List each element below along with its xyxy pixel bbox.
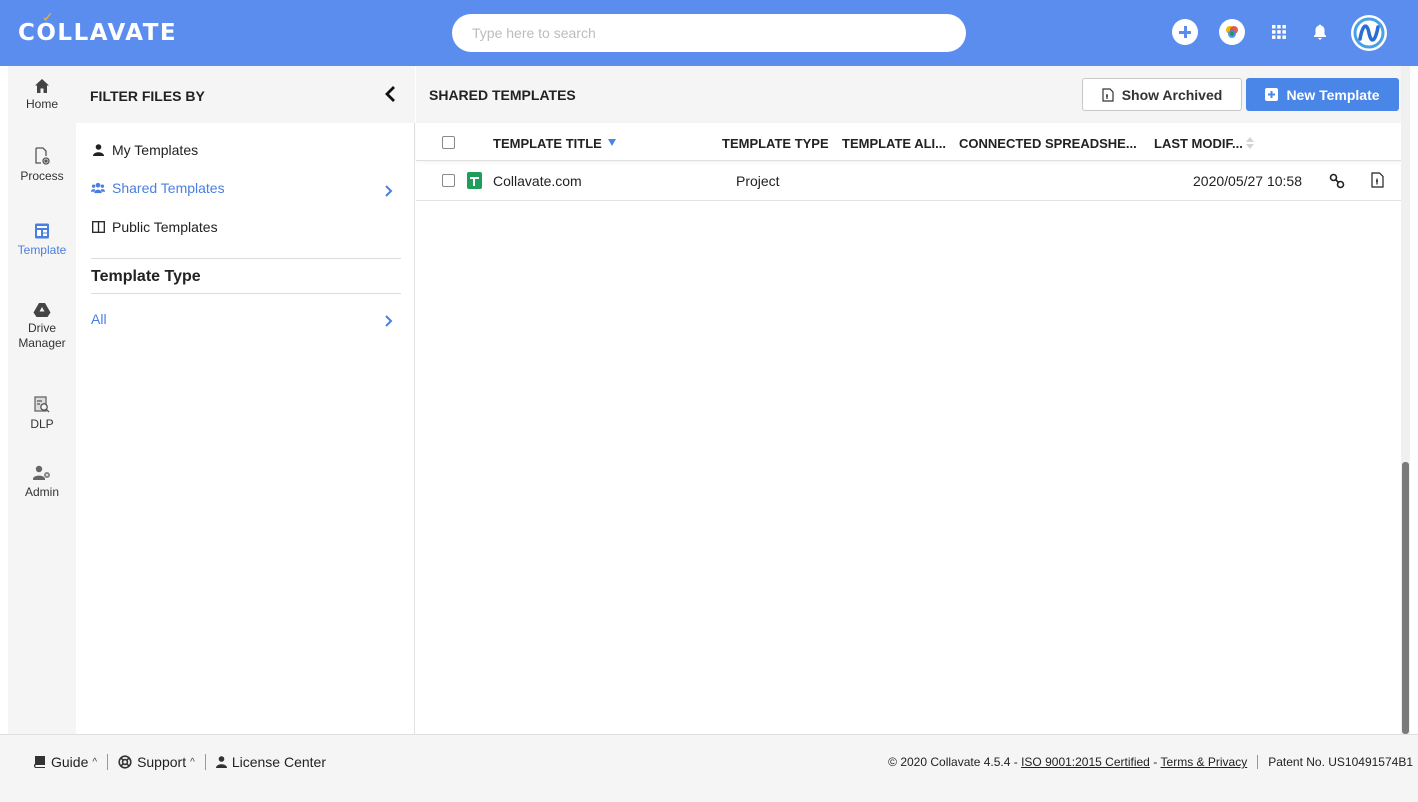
- chevron-right-icon: [385, 315, 393, 327]
- search-input[interactable]: [452, 14, 966, 52]
- sort-icon: [1245, 137, 1254, 149]
- filter-item-label: Public Templates: [112, 219, 218, 235]
- user-icon: [215, 756, 227, 768]
- sort-desc-icon: [607, 139, 616, 146]
- table-row[interactable]: Collavate.com Project 2020/05/27 10:58: [416, 162, 1402, 201]
- nav-admin[interactable]: Admin: [8, 464, 76, 500]
- sheets-icon: [467, 172, 482, 189]
- archive-file-icon: [1102, 87, 1114, 102]
- filter-public-templates[interactable]: Public Templates: [91, 219, 218, 235]
- support-label: Support: [137, 754, 187, 770]
- separator: [1257, 755, 1259, 769]
- new-template-label: New Template: [1286, 86, 1380, 103]
- divider: [91, 293, 401, 294]
- filter-panel: FILTER FILES BY My Templates Shared Temp…: [76, 66, 415, 734]
- main-panel: SHARED TEMPLATES Show Archived New Templ…: [416, 66, 1402, 734]
- table-header: TEMPLATE TITLE TEMPLATE TYPE TEMPLATE AL…: [416, 123, 1402, 161]
- guide-label: Guide: [51, 754, 89, 770]
- lifebuoy-icon: [118, 755, 132, 769]
- nav-label: Drive Manager: [18, 321, 66, 350]
- filter-my-templates[interactable]: My Templates: [91, 142, 198, 158]
- new-template-button[interactable]: New Template: [1246, 78, 1399, 111]
- nav-home[interactable]: Home: [8, 78, 76, 112]
- users-icon: [91, 181, 105, 195]
- filter-item-label: All: [91, 311, 107, 327]
- show-archived-label: Show Archived: [1121, 86, 1223, 103]
- col-label: TEMPLATE TITLE: [493, 136, 602, 151]
- chevron-left-icon[interactable]: [381, 84, 401, 104]
- support-menu[interactable]: Support ^: [118, 754, 195, 770]
- process-icon: [35, 147, 50, 165]
- template-icon: [35, 223, 49, 239]
- row-title[interactable]: Collavate.com: [493, 173, 582, 189]
- archive-file-icon[interactable]: [1371, 172, 1384, 188]
- row-checkbox[interactable]: [442, 174, 455, 187]
- bell-icon[interactable]: [1307, 19, 1333, 45]
- iso-link[interactable]: ISO 9001:2015 Certified: [1021, 755, 1150, 769]
- col-connected-spreadsheet[interactable]: CONNECTED SPREADSHE...: [959, 136, 1137, 151]
- link-icon[interactable]: [1329, 173, 1345, 189]
- chevron-right-icon: [385, 185, 393, 197]
- terms-link[interactable]: Terms & Privacy: [1161, 755, 1248, 769]
- caret-up-icon: ^: [190, 756, 195, 768]
- col-template-alias[interactable]: TEMPLATE ALI...: [842, 136, 946, 151]
- filter-item-label: My Templates: [112, 142, 199, 158]
- home-icon: [35, 79, 49, 93]
- select-all-checkbox[interactable]: [442, 136, 455, 149]
- nav-label: Process: [20, 169, 64, 183]
- license-label: License Center: [231, 754, 326, 770]
- show-archived-button[interactable]: Show Archived: [1082, 78, 1242, 111]
- divider: [91, 258, 401, 259]
- col-last-modified[interactable]: LAST MODIF...: [1154, 136, 1254, 151]
- nav-template[interactable]: Template: [8, 222, 76, 258]
- plus-circle-icon[interactable]: [1172, 19, 1198, 45]
- app-logo[interactable]: ✓ COLLAVATE: [18, 0, 177, 66]
- row-type: Project: [736, 173, 780, 189]
- col-template-type[interactable]: TEMPLATE TYPE: [722, 136, 829, 151]
- user-icon: [91, 143, 105, 157]
- patent-text: Patent No. US10491574B1: [1268, 755, 1413, 769]
- nav-label: Admin: [24, 485, 59, 499]
- filter-shared-templates[interactable]: Shared Templates: [91, 180, 225, 196]
- apps-grid-icon[interactable]: [1266, 19, 1292, 45]
- nav-label: Home: [25, 97, 58, 111]
- book-icon: [33, 756, 45, 768]
- col-template-title[interactable]: TEMPLATE TITLE: [493, 136, 616, 151]
- page-title: SHARED TEMPLATES: [429, 87, 576, 103]
- dash-text: -: [1153, 755, 1158, 769]
- color-palette-icon[interactable]: [1219, 19, 1245, 45]
- col-label: LAST MODIF...: [1154, 136, 1243, 151]
- filter-title: FILTER FILES BY: [90, 88, 205, 104]
- filter-header: FILTER FILES BY: [76, 66, 415, 123]
- filter-item-label: Shared Templates: [112, 180, 225, 196]
- drive-icon: [33, 303, 51, 317]
- nav-drive-manager[interactable]: Drive Manager: [8, 302, 76, 351]
- left-nav: Home Process Template Drive Manager DLP …: [8, 66, 76, 734]
- nav-dlp[interactable]: DLP: [8, 396, 76, 432]
- row-last-modified: 2020/05/27 10:58: [1193, 173, 1302, 189]
- footer-links: Guide ^ Support ^ License Center: [33, 754, 326, 770]
- guide-menu[interactable]: Guide ^: [33, 754, 97, 770]
- avatar[interactable]: [1351, 15, 1387, 51]
- admin-icon: [33, 465, 50, 480]
- template-type-heading: Template Type: [91, 268, 201, 285]
- footer-legal: © 2020 Collavate 4.5.4 - ISO 9001:2015 C…: [778, 755, 1418, 769]
- separator: [204, 754, 206, 770]
- nav-label: DLP: [30, 417, 54, 431]
- main-header: SHARED TEMPLATES Show Archived New Templ…: [416, 66, 1402, 123]
- columns-icon: [91, 220, 105, 234]
- footer: Guide ^ Support ^ License Center © 2020 Co…: [0, 734, 1418, 802]
- license-center-link[interactable]: License Center: [215, 754, 326, 770]
- filter-type-all[interactable]: All: [91, 311, 107, 327]
- nav-process[interactable]: Process: [8, 146, 76, 184]
- caret-up-icon: ^: [92, 756, 98, 768]
- top-bar: ✓ COLLAVATE: [0, 0, 1418, 66]
- copyright-text: © 2020 Collavate 4.5.4 -: [888, 755, 1018, 769]
- nav-label: Template: [17, 243, 67, 257]
- scrollbar-thumb[interactable]: [1402, 462, 1409, 734]
- separator: [107, 754, 109, 770]
- plus-square-icon: [1265, 88, 1279, 101]
- logo-check-icon: ✓: [42, 10, 56, 26]
- dlp-icon: [34, 396, 50, 413]
